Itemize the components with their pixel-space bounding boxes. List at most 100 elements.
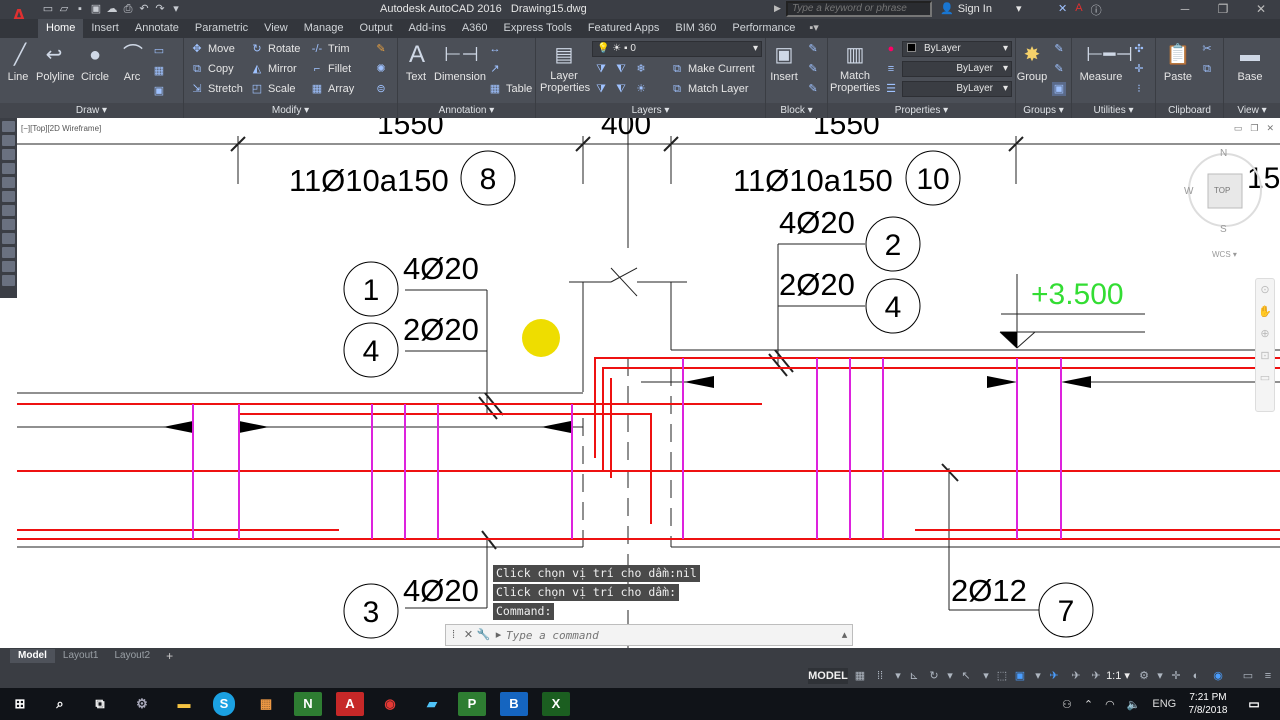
app-icon[interactable]: ⚙: [128, 692, 156, 716]
group-edit-icon[interactable]: ✎: [1052, 62, 1066, 76]
tab-view[interactable]: View: [256, 19, 296, 38]
quick-calc-icon[interactable]: ✣: [1132, 42, 1146, 56]
tool-icon[interactable]: [2, 219, 15, 230]
new-icon[interactable]: ▭: [40, 2, 56, 17]
compass-south[interactable]: S: [1220, 224, 1227, 235]
notifications-icon[interactable]: ▭: [1240, 692, 1268, 716]
layer-off-icon[interactable]: ⧩: [594, 62, 608, 76]
match-properties-button[interactable]: ▥ Match Properties: [830, 42, 880, 94]
layout-tab-layout1[interactable]: Layout1: [55, 649, 107, 663]
panel-title-draw[interactable]: Draw ▾: [0, 103, 183, 118]
tool-icon[interactable]: [2, 247, 15, 258]
trim-button[interactable]: -/- Trim: [310, 40, 350, 58]
language-indicator[interactable]: ENG: [1152, 698, 1176, 710]
tool-icon[interactable]: [2, 177, 15, 188]
group-select-icon[interactable]: ▣: [1052, 82, 1066, 96]
viewport-label[interactable]: [−][Top][2D Wireframe]: [21, 124, 101, 133]
keyword-search-input[interactable]: [786, 1, 932, 17]
ortho-icon[interactable]: ⊾: [906, 668, 922, 684]
group-button[interactable]: ✸ Group: [1016, 42, 1048, 83]
clock[interactable]: 7:21 PM 7/8/2018: [1188, 691, 1228, 717]
annotation-scale-icon[interactable]: ✈: [1088, 668, 1104, 684]
layer-isolate-icon[interactable]: ⧨: [614, 62, 628, 76]
sign-in-button[interactable]: 👤 Sign In ▾: [940, 2, 1052, 17]
app-icon[interactable]: ▰: [418, 692, 446, 716]
wrench-icon[interactable]: 🔧: [476, 625, 491, 645]
snap-icon[interactable]: ⁞⁞: [872, 668, 888, 684]
prompt-icon[interactable]: ▸: [491, 625, 506, 645]
file-explorer-icon[interactable]: ▬: [170, 692, 198, 716]
compass-north[interactable]: N: [1220, 148, 1227, 159]
customization-icon[interactable]: ≡: [1260, 668, 1276, 684]
line-button[interactable]: ╱ Line: [5, 42, 31, 83]
layout-tab-layout2[interactable]: Layout2: [106, 649, 158, 663]
layout-tab-model[interactable]: Model: [10, 649, 55, 663]
tool-icon[interactable]: [2, 275, 15, 286]
clean-screen-icon[interactable]: ▭: [1240, 668, 1256, 684]
people-icon[interactable]: ⚇: [1062, 698, 1072, 711]
plus-icon[interactable]: ✛: [1168, 668, 1184, 684]
text-button[interactable]: A Text: [402, 42, 430, 84]
panel-title-groups[interactable]: Groups ▾: [1016, 103, 1071, 118]
tool-icon[interactable]: [2, 135, 15, 146]
base-button[interactable]: ▬ Base: [1230, 42, 1270, 83]
match-layer-button[interactable]: ⧉ Match Layer: [670, 80, 748, 98]
lineweight-dropdown[interactable]: ByLayer ▾: [902, 81, 1012, 97]
layer-properties-button[interactable]: ▤ Layer Properties: [540, 42, 590, 94]
model-space-button[interactable]: MODEL: [808, 668, 848, 684]
erase-icon[interactable]: ✎: [374, 42, 388, 56]
chevron-up-icon[interactable]: ▴: [837, 625, 852, 645]
scale-button[interactable]: ◰ Scale: [250, 80, 296, 98]
tab-featured-apps[interactable]: Featured Apps: [580, 19, 668, 38]
close-icon[interactable]: ✕: [1266, 123, 1274, 134]
app-b-icon[interactable]: B: [500, 692, 528, 716]
tab-bim-360[interactable]: BIM 360: [667, 19, 724, 38]
minimize-icon[interactable]: ▭: [1234, 123, 1243, 134]
ribbon-options-icon[interactable]: ▪▾: [809, 19, 818, 38]
help-icon[interactable]: ⓘ: [1091, 2, 1102, 18]
panel-title-annotation[interactable]: Annotation ▾: [398, 103, 535, 118]
close-icon[interactable]: ✕: [1242, 0, 1280, 19]
measure-button[interactable]: ⊢━⊣ Measure: [1078, 42, 1133, 83]
cut-icon[interactable]: ✂: [1200, 42, 1214, 56]
isolate-objects-icon[interactable]: ◉: [1210, 668, 1226, 684]
mirror-button[interactable]: ◭ Mirror: [250, 60, 297, 78]
skype-icon[interactable]: S: [213, 692, 235, 716]
panel-title-utilities[interactable]: Utilities ▾: [1072, 103, 1155, 118]
compass-west[interactable]: W: [1184, 186, 1193, 197]
point-icon[interactable]: ✛: [1132, 62, 1146, 76]
make-current-button[interactable]: ⧉ Make Current: [670, 60, 755, 78]
tab-parametric[interactable]: Parametric: [187, 19, 256, 38]
id-point-icon[interactable]: ⁝: [1132, 82, 1146, 96]
windows-start-icon[interactable]: ⊞: [6, 692, 34, 716]
color-dropdown[interactable]: ByLayer ▾: [902, 41, 1012, 57]
tab-insert[interactable]: Insert: [83, 19, 127, 38]
open-icon[interactable]: ▱: [56, 2, 72, 17]
chevron-down-icon[interactable]: ▾: [1030, 668, 1046, 684]
exchange-icon[interactable]: ✕: [1058, 2, 1067, 18]
layer-dropdown[interactable]: 💡 ☀ ▪ 0 ▾: [592, 41, 762, 57]
copy-button[interactable]: ⧉ Copy: [190, 60, 234, 78]
ungroup-icon[interactable]: ✎: [1052, 42, 1066, 56]
nav-icons[interactable]: ⊙ ✋ ⊕ ⊡ ▭: [1256, 279, 1274, 389]
redo-icon[interactable]: ↷: [152, 2, 168, 17]
panel-title-layers[interactable]: Layers ▾: [536, 103, 765, 118]
tool-icon[interactable]: [2, 163, 15, 174]
search-arrow-icon[interactable]: ▶: [774, 3, 781, 14]
tab-a360[interactable]: A360: [454, 19, 496, 38]
tab-performance[interactable]: Performance: [724, 19, 803, 38]
grip-icon[interactable]: ⁞: [446, 625, 461, 645]
autodesk-icon[interactable]: A: [1075, 2, 1082, 18]
viewcube[interactable]: N S W TOP WCS ▾: [1182, 138, 1272, 268]
panel-title-block[interactable]: Block ▾: [766, 103, 827, 118]
grid-icon[interactable]: ▦: [852, 668, 868, 684]
panel-title-view[interactable]: View ▾: [1224, 103, 1280, 118]
panel-title-modify[interactable]: Modify ▾: [184, 103, 397, 118]
stretch-button[interactable]: ⇲ Stretch: [190, 80, 242, 98]
linetype-dropdown[interactable]: ByLayer ▾: [902, 61, 1012, 77]
copy-clip-icon[interactable]: ⧉: [1200, 62, 1214, 76]
tool-icon[interactable]: [2, 261, 15, 272]
layer-freeze-icon[interactable]: ❄: [634, 62, 648, 76]
viewcube-top[interactable]: TOP: [1214, 186, 1230, 195]
fillet-button[interactable]: ⌐ Fillet: [310, 60, 351, 78]
